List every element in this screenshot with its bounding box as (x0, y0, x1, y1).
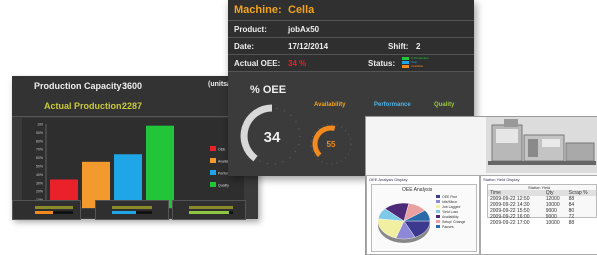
mini-bar-green (189, 211, 229, 214)
oee-analysis-window: OEE Analysis Display OEE Analysis OEE Fi… (366, 175, 480, 255)
capacity-value: 3600 (122, 81, 143, 91)
y-tick-label: 80% (36, 139, 43, 143)
capacity-label: Production Capacity : (34, 81, 128, 91)
y-tick-label: 30% (36, 181, 43, 185)
date-row: Date: 17/12/2014 Shift: 2 (228, 38, 474, 55)
pie-legend-swatch (436, 200, 440, 203)
analysis-screen: OEE Analysis Display OEE Analysis OEE Fi… (365, 116, 597, 255)
yield-table-frame: Station Yield Time Qty Scrap % 2009-09-22 1… (487, 184, 597, 226)
mini-bar-top (189, 206, 233, 209)
table-row[interactable]: 2009-09-22 17:00 10000 88 (488, 220, 596, 226)
mini-panel-oee (12, 200, 81, 220)
gauge-label-availability: Availability (314, 102, 346, 108)
actual-production-value: 2287 (122, 101, 143, 111)
product-row: Product: jobAx50 (228, 21, 474, 38)
yield-table: Time Qty Scrap % 2009-09-22 12:50 12000 88 200… (488, 190, 596, 226)
table-cell: 88 (568, 220, 575, 226)
bar-quality (146, 125, 174, 208)
legend-swatch (210, 170, 216, 175)
gauge-value-availability: 55 (327, 140, 336, 149)
mini-bar-blue (112, 211, 136, 214)
mini-bar-orange (35, 211, 53, 214)
pie-chart-frame: OEE Analysis OEE Fine Idle/Minor Job Lagge… (371, 184, 477, 252)
legend-label: Quality (218, 184, 229, 188)
pie-legend-label: Pauses (442, 225, 454, 229)
mini-bar-dark (229, 211, 233, 214)
actual-oee-label: Actual OEE: (234, 59, 281, 68)
packaging-machine-image (488, 119, 596, 165)
y-tick-label: 70% (36, 148, 43, 152)
date-value: 17/12/2014 (288, 42, 329, 51)
mini-bar-top (112, 206, 152, 209)
y-tick-label: 40% (36, 173, 43, 177)
y-tick-label: 20% (36, 190, 43, 194)
pie-legend-label: Yield Loss (442, 210, 459, 214)
machine-label: Machine: (234, 4, 282, 16)
station-yield-window: Station Yield Display Station Yield Time… (480, 175, 597, 255)
oee-analysis-window-title: OEE Analysis Display (369, 177, 408, 182)
machine-photo (486, 117, 597, 173)
actual-production-label: Actual Production: (44, 101, 125, 111)
shift-label: Shift: (388, 42, 409, 51)
date-label: Date: (234, 42, 255, 51)
product-label: Product: (234, 25, 267, 34)
pie-legend-item: Pauses (436, 225, 474, 230)
mini-bar-top (35, 206, 73, 209)
mini-bar-dark (136, 211, 152, 214)
status-label: Status: (368, 59, 396, 68)
gauge-label-quality: Quality (434, 102, 455, 108)
y-tick-label: 100 (37, 123, 43, 127)
pie-legend: OEE Fine Idle/Minor Job Lagged Yield Loss Av… (436, 195, 474, 230)
actual-oee-value: 34 % (288, 59, 307, 68)
pie-legend-label: Availability (442, 215, 459, 219)
status-color-stop (402, 61, 409, 64)
legend-label: OEE (218, 148, 226, 152)
machine-value: Cella (288, 4, 315, 16)
legend-swatch (210, 182, 216, 187)
pie-legend-swatch (436, 205, 440, 208)
actual-production-row: Actual Production: 2287 (12, 96, 258, 117)
station-yield-window-title: Station Yield Display (483, 177, 520, 182)
production-panel: Production Capacity : 3600 (units/ Actua… (12, 76, 258, 219)
pie-legend-swatch (436, 195, 440, 198)
y-tick-label: 90% (36, 131, 43, 135)
pie-legend-label: Idle/Minor (442, 200, 458, 204)
actual-oee-row: Actual OEE: 34 % Status: In Production S… (228, 55, 474, 72)
pie-chart (377, 202, 431, 243)
pie-legend-label: Setup/ Change (442, 220, 466, 224)
pie-legend-swatch (436, 210, 440, 213)
pie-legend-label: OEE Fine (442, 195, 458, 199)
pie-legend-swatch (436, 220, 440, 223)
y-tick-label: 60% (36, 156, 43, 160)
mini-panel-quality (172, 200, 246, 220)
product-value: jobAx50 (288, 25, 320, 34)
capacity-unit: (units/ (208, 81, 229, 88)
status-legend-available: Available (411, 64, 424, 68)
pie-legend-label: Job Lagged (442, 205, 461, 209)
shift-value: 2 (416, 42, 421, 51)
y-tick-label: 50% (36, 165, 43, 169)
mini-panel-performance (95, 200, 169, 220)
machine-row: Machine: Cella (228, 0, 474, 21)
gauge-label-performance: Performance (374, 102, 411, 108)
pie-legend-swatch (436, 215, 440, 218)
legend-swatch (210, 158, 216, 163)
legend-swatch (210, 146, 216, 151)
capacity-row: Production Capacity : 3600 (units/ (12, 76, 258, 97)
status-color-available (402, 65, 409, 68)
status-color-production (402, 57, 409, 60)
table-cell: 10000 (545, 220, 560, 226)
table-cell: 2009-09-22 17:00 (490, 220, 530, 226)
pie-legend-swatch (436, 225, 440, 228)
mini-bar-dark (53, 211, 73, 214)
